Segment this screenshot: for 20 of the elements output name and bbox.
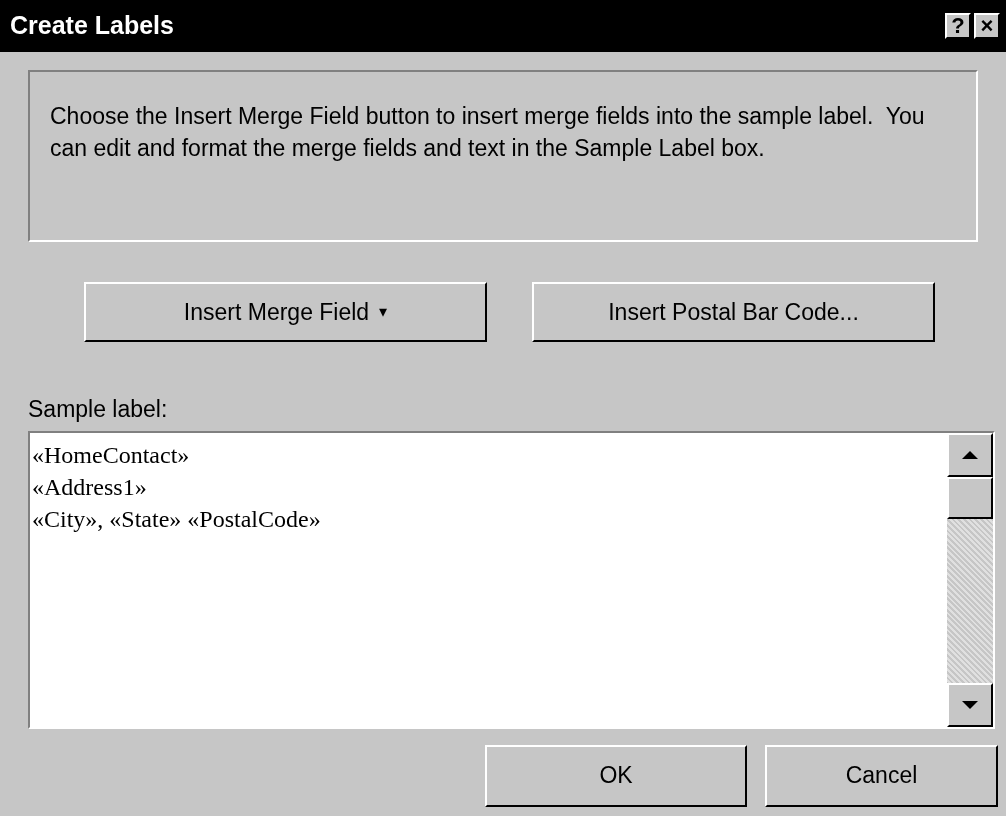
instructions-text: Choose the Insert Merge Field button to insert merge fields into the sample label. You can edit and format the merge fields and text in the Sample Label box. bbox=[50, 102, 926, 163]
label-line: «City», «State» «PostalCode» bbox=[32, 504, 321, 534]
down-arrow-icon bbox=[961, 699, 979, 710]
label-line: «HomeContact» bbox=[32, 440, 190, 470]
scroll-up-button[interactable] bbox=[947, 432, 993, 477]
insert-merge-field-button[interactable]: Insert Merge Field ▾ bbox=[84, 282, 487, 342]
cancel-button[interactable]: Cancel bbox=[765, 744, 998, 807]
scroll-thumb[interactable] bbox=[947, 476, 993, 519]
caret-icon: ▾ bbox=[379, 300, 388, 324]
insert-postal-bar-code-button[interactable]: Insert Postal Bar Code... bbox=[532, 282, 935, 342]
help-button[interactable]: ? bbox=[945, 13, 971, 39]
label-line: «Address1» bbox=[32, 472, 147, 502]
up-arrow-icon bbox=[961, 449, 979, 460]
scroll-down-button[interactable] bbox=[947, 682, 993, 727]
close-button[interactable]: × bbox=[974, 13, 1000, 39]
sample-label-box[interactable]: «HomeContact» «Address1» «City», «State» «PostalCode» bbox=[28, 430, 995, 729]
window-title: Create Labels bbox=[10, 10, 174, 42]
scrollbar[interactable] bbox=[947, 432, 993, 727]
sample-label-caption: Sample label: bbox=[28, 395, 168, 424]
ok-button[interactable]: OK bbox=[485, 744, 747, 807]
